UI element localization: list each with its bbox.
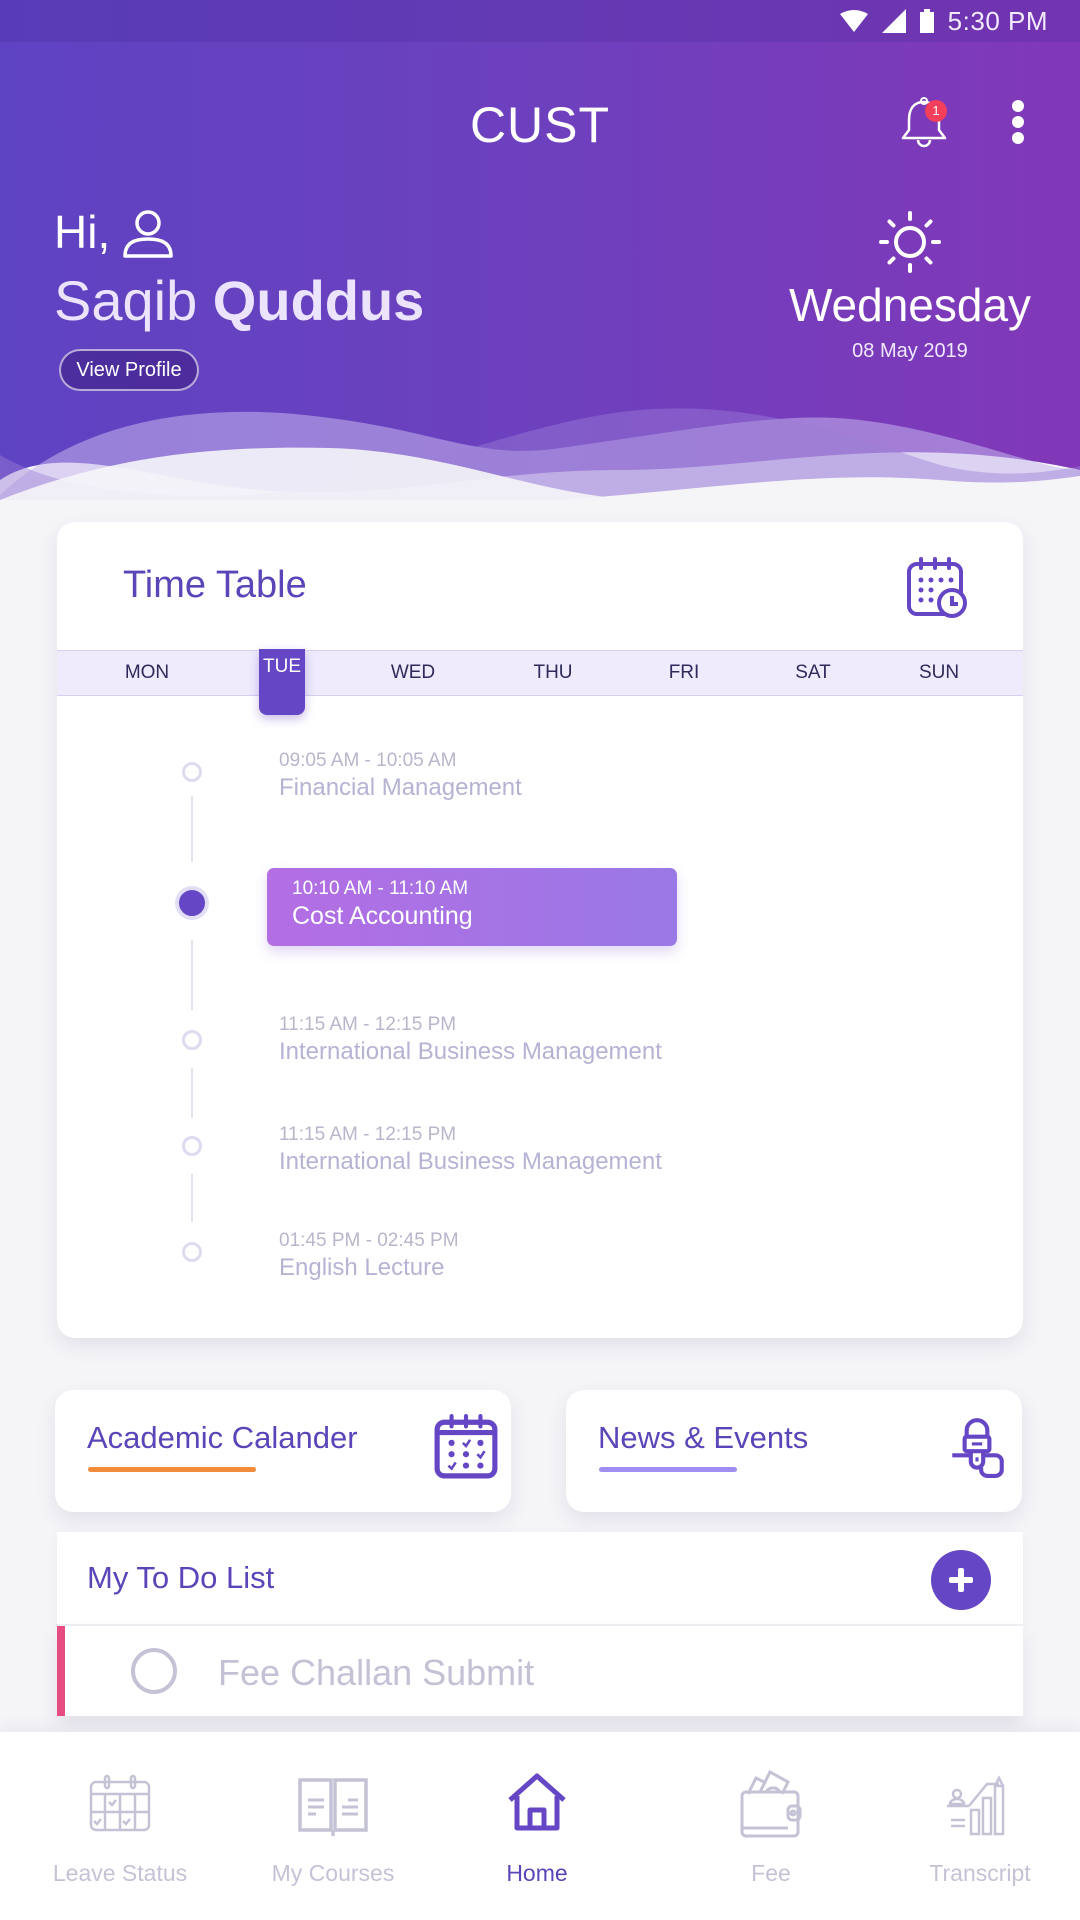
class-time: 11:15 AM - 12:15 PM xyxy=(279,1014,457,1035)
todo-text: Fee Challan Submit xyxy=(218,1652,535,1693)
greeting-text: Hi, xyxy=(54,206,111,258)
menu-dot-icon xyxy=(1012,116,1024,128)
class-item[interactable]: 11:15 AM - 12:15 PM International Busine… xyxy=(279,1124,662,1176)
day-tab-tue[interactable]: TUE xyxy=(259,649,305,715)
day-tab-thu[interactable]: THU xyxy=(513,651,593,695)
class-course: English Lecture xyxy=(279,1254,445,1281)
academic-calendar-card[interactable]: Academic Calander xyxy=(55,1390,511,1512)
battery-icon xyxy=(919,9,934,33)
academic-calendar-label: Academic Calander xyxy=(87,1420,358,1455)
calendar-clock-icon[interactable] xyxy=(905,556,969,620)
nav-label: Transcript xyxy=(929,1860,1031,1886)
wallet-icon xyxy=(740,1770,802,1838)
class-course: International Business Management xyxy=(279,1038,662,1065)
view-profile-button[interactable]: View Profile xyxy=(59,349,199,391)
timeline-connector xyxy=(191,796,193,862)
notification-badge: 1 xyxy=(925,100,947,122)
status-time: 5:30 PM xyxy=(947,5,1048,36)
accent-bar xyxy=(88,1467,256,1472)
book-icon xyxy=(298,1778,368,1836)
class-time: 11:15 AM - 12:15 PM xyxy=(279,1124,457,1145)
todo-title: My To Do List xyxy=(87,1560,275,1595)
class-course: Cost Accounting xyxy=(292,902,473,930)
todo-header: My To Do List xyxy=(57,1532,1023,1624)
day-selector: MON TUE WED THU FRI SAT SUN xyxy=(57,649,1023,715)
class-time: 10:10 AM - 11:10 AM xyxy=(292,878,469,899)
timeline-dot xyxy=(182,1030,202,1050)
calendar-icon xyxy=(89,1774,151,1832)
day-tab-mon[interactable]: MON xyxy=(107,651,187,695)
notifications-button[interactable]: 1 xyxy=(897,96,957,156)
nav-leave-status[interactable]: Leave Status xyxy=(20,1732,220,1920)
nav-my-courses[interactable]: My Courses xyxy=(233,1732,433,1920)
weather-date: 08 May 2019 xyxy=(852,340,968,362)
accent-bar xyxy=(599,1467,737,1472)
class-item[interactable]: 11:15 AM - 12:15 PM International Busine… xyxy=(279,1014,662,1066)
sun-icon xyxy=(879,211,941,273)
timeline-connector xyxy=(191,1068,193,1118)
timeline-dot-active xyxy=(175,886,209,920)
todo-item[interactable]: Fee Challan Submit xyxy=(57,1626,1023,1716)
day-tab-sun[interactable]: SUN xyxy=(899,651,979,695)
menu-dot-icon xyxy=(1012,132,1024,144)
signal-icon xyxy=(881,9,906,33)
nav-fee[interactable]: Fee xyxy=(671,1732,871,1920)
header: 5:30 PM CUST 1 Hi, Saqib Quddus View Pro… xyxy=(0,0,1080,500)
class-time: 09:05 AM - 10:05 AM xyxy=(279,750,457,771)
chart-growth-icon xyxy=(947,1775,1005,1836)
microphone-icon xyxy=(952,1418,1004,1478)
add-todo-button[interactable] xyxy=(931,1550,991,1610)
nav-transcript[interactable]: Transcript xyxy=(880,1732,1080,1920)
class-item[interactable]: 09:05 AM - 10:05 AM Financial Management xyxy=(279,750,522,802)
user-last-name: Quddus xyxy=(212,269,425,332)
home-icon xyxy=(508,1773,566,1831)
nav-home[interactable]: Home xyxy=(437,1732,637,1920)
greeting: Hi, xyxy=(54,205,174,259)
nav-label: My Courses xyxy=(271,1860,395,1886)
news-events-label: News & Events xyxy=(598,1420,809,1455)
timetable-title: Time Table xyxy=(123,564,307,606)
timeline-dot xyxy=(182,1136,202,1156)
timeline-dot xyxy=(182,762,202,782)
day-tab-sat[interactable]: SAT xyxy=(773,651,853,695)
class-item-current[interactable]: 10:10 AM - 11:10 AM Cost Accounting xyxy=(267,868,677,946)
todo-checkbox[interactable] xyxy=(131,1648,177,1694)
nav-label: Fee xyxy=(751,1860,791,1886)
weather-widget: Wednesday 08 May 2019 xyxy=(760,210,1060,363)
day-tab-fri[interactable]: FRI xyxy=(644,651,724,695)
class-course: International Business Management xyxy=(279,1148,662,1175)
user-name: Saqib Quddus xyxy=(54,268,424,333)
calendar-check-icon xyxy=(434,1414,498,1479)
nav-label: Home xyxy=(506,1860,568,1886)
menu-dot-icon xyxy=(1012,100,1024,112)
class-course: Financial Management xyxy=(279,774,522,801)
day-tab-wed[interactable]: WED xyxy=(373,651,453,695)
timeline-connector xyxy=(191,1174,193,1222)
news-events-card[interactable]: News & Events xyxy=(566,1390,1022,1512)
user-first-name: Saqib xyxy=(54,269,198,332)
timeline-connector xyxy=(191,940,193,1010)
bottom-navigation: Leave Status My Courses Home Fee Transcr… xyxy=(0,1732,1080,1920)
status-bar: 5:30 PM xyxy=(0,0,1080,42)
user-icon xyxy=(123,210,173,258)
timetable-card: Time Table MON TUE WED THU FRI SAT SUN 0… xyxy=(57,522,1023,1338)
overflow-menu-button[interactable] xyxy=(1000,96,1036,152)
weather-day: Wednesday xyxy=(788,279,1032,331)
class-time: 01:45 PM - 02:45 PM xyxy=(279,1230,459,1251)
wifi-icon xyxy=(839,10,868,32)
class-item[interactable]: 01:45 PM - 02:45 PM English Lecture xyxy=(279,1230,459,1282)
nav-label: Leave Status xyxy=(52,1860,188,1886)
timeline-dot xyxy=(182,1242,202,1262)
